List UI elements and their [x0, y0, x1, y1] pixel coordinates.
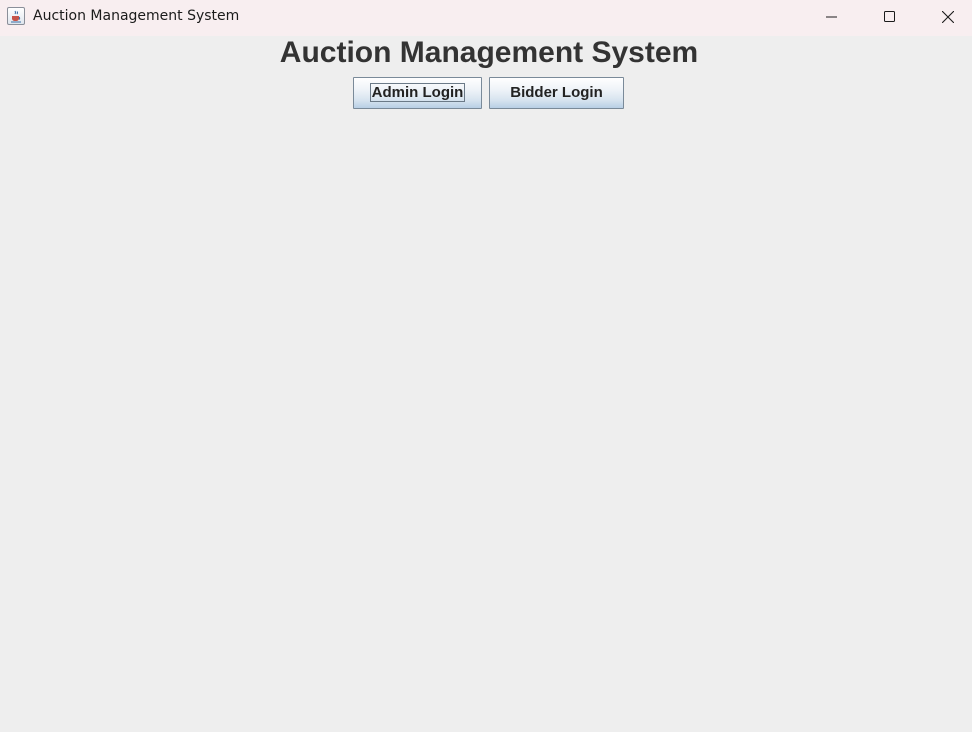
page-title: Auction Management System — [279, 36, 699, 69]
title-bar[interactable]: Auction Management System — [0, 0, 972, 36]
application-window: Auction Management System Auction Manage… — [0, 0, 972, 732]
admin-login-label: Admin Login — [369, 82, 466, 102]
maximize-button[interactable] — [861, 0, 919, 34]
admin-login-button[interactable]: Admin Login — [353, 77, 482, 109]
minimize-button[interactable] — [803, 0, 861, 34]
maximize-icon — [884, 11, 895, 22]
minimize-icon — [826, 16, 837, 18]
window-title: Auction Management System — [33, 8, 240, 24]
main-panel: Auction Management System Admin Login Bi… — [0, 36, 972, 732]
close-icon — [942, 11, 954, 23]
java-cup-icon[interactable] — [7, 7, 25, 25]
bidder-login-label: Bidder Login — [510, 84, 603, 101]
bidder-login-button[interactable]: Bidder Login — [489, 77, 624, 109]
close-button[interactable] — [919, 0, 972, 34]
